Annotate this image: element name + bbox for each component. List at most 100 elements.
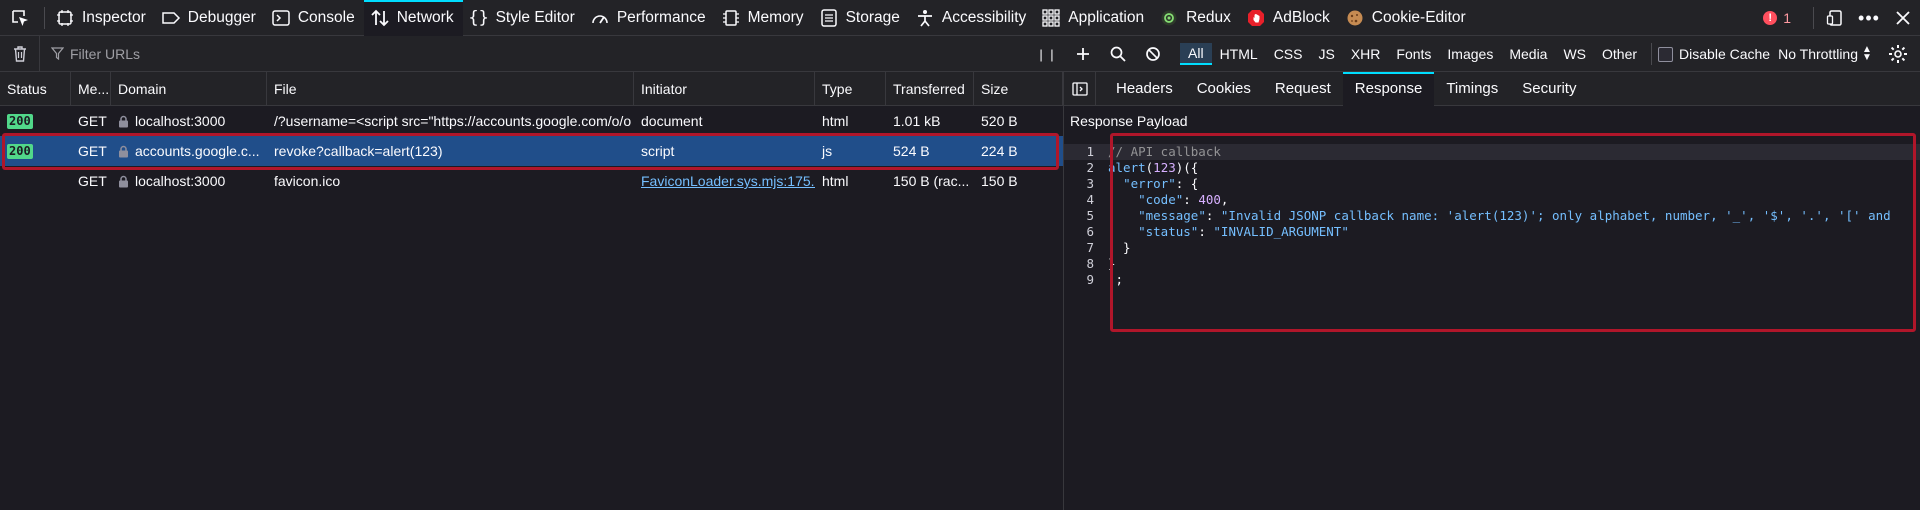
filter-type-media[interactable]: Media <box>1501 43 1555 65</box>
tab-debugger[interactable]: Debugger <box>155 0 265 36</box>
initiator-text[interactable]: FaviconLoader.sys.mjs:175... <box>641 173 815 189</box>
tab-accessibility[interactable]: Accessibility <box>909 0 1035 36</box>
line-number: 6 <box>1086 224 1094 239</box>
network-filter-bar: Filter URLs | | All HTML CSS JS XHR Fonts Imag… <box>0 35 1920 72</box>
status-badge: 200 <box>7 113 33 129</box>
transferred-text: 1.01 kB <box>893 113 941 129</box>
pause-button[interactable]: | | <box>1030 36 1065 72</box>
cell-transferred: 150 B (rac... <box>886 166 974 196</box>
filter-type-images[interactable]: Images <box>1439 43 1501 65</box>
line-number: 7 <box>1086 240 1094 255</box>
error-count[interactable]: ! 1 <box>1763 10 1791 26</box>
tab-performance[interactable]: Performance <box>584 0 715 36</box>
pause-icon: | | <box>1039 46 1056 62</box>
column-header-type[interactable]: Type <box>815 72 886 105</box>
tab-redux[interactable]: Redux <box>1153 0 1240 36</box>
tab-label: Memory <box>747 8 804 26</box>
tab-label: Inspector <box>82 8 146 26</box>
type-text: html <box>822 113 849 129</box>
clear-button[interactable] <box>0 35 40 72</box>
tab-console[interactable]: Console <box>265 0 364 36</box>
devtools-toolbar: Inspector Debugger Console Network {} Style E… <box>0 0 1920 36</box>
cell-method: GET <box>71 166 111 196</box>
details-tabbar: Headers Cookies Request Response Timings Secu… <box>1064 71 1920 106</box>
filter-type-js[interactable]: JS <box>1310 43 1342 65</box>
column-header-status[interactable]: Status <box>0 72 71 105</box>
tab-adblock[interactable]: AdBlock <box>1240 0 1339 36</box>
trash-icon <box>13 45 26 62</box>
tab-inspector[interactable]: Inspector <box>49 0 155 36</box>
column-header-transferred[interactable]: Transferred <box>886 72 974 105</box>
search-button[interactable] <box>1100 36 1135 72</box>
filter-type-fonts[interactable]: Fonts <box>1388 43 1439 65</box>
file-text: favicon.ico <box>274 173 341 189</box>
cell-file: /?username=<script src="https://accounts… <box>267 106 634 136</box>
block-requests-button[interactable] <box>1135 36 1170 72</box>
responsive-design-button[interactable] <box>1818 0 1852 36</box>
inspector-icon <box>55 8 75 28</box>
picker-icon <box>12 9 28 26</box>
tab-style-editor[interactable]: {} Style Editor <box>463 0 584 36</box>
column-header-method[interactable]: Me... <box>71 72 111 105</box>
filter-type-html[interactable]: HTML <box>1212 43 1266 65</box>
column-header-domain[interactable]: Domain <box>111 72 267 105</box>
close-devtools-button[interactable] <box>1886 0 1920 36</box>
performance-icon <box>590 8 610 28</box>
column-header-size[interactable]: Size <box>974 72 1063 105</box>
filter-urls-input[interactable]: Filter URLs <box>51 46 1021 62</box>
error-count-label: 1 <box>1783 10 1791 26</box>
details-tab-security[interactable]: Security <box>1510 72 1588 106</box>
line-number: 5 <box>1086 208 1094 223</box>
tab-memory[interactable]: Memory <box>715 0 813 36</box>
disable-cache-label: Disable Cache <box>1679 46 1771 62</box>
throttling-select[interactable]: No Throttling ▲ ▼ <box>1778 45 1872 63</box>
storage-icon <box>819 8 839 28</box>
cell-size: 150 B <box>974 166 1063 196</box>
details-tab-timings[interactable]: Timings <box>1434 72 1510 106</box>
line-number: 2 <box>1086 160 1094 175</box>
filter-placeholder: Filter URLs <box>70 45 141 62</box>
toggle-sidebar-button[interactable] <box>1064 71 1096 106</box>
column-header-file[interactable]: File <box>267 72 634 105</box>
debugger-icon <box>161 8 181 28</box>
details-tab-cookies[interactable]: Cookies <box>1185 72 1263 106</box>
tab-network[interactable]: Network <box>363 0 463 36</box>
details-tab-request[interactable]: Request <box>1263 72 1343 106</box>
column-header-initiator[interactable]: Initiator <box>634 72 815 105</box>
more-options-button[interactable]: ••• <box>1852 0 1886 36</box>
block-icon <box>1145 47 1160 61</box>
table-row[interactable]: GET localhost:3000 favicon.ico FaviconLoade… <box>0 166 1063 196</box>
tab-label: Network <box>396 8 454 26</box>
request-list-header: Status Me... Domain File Initiator Type Transf… <box>0 72 1063 106</box>
filter-type-xhr[interactable]: XHR <box>1343 43 1389 65</box>
cell-initiator: FaviconLoader.sys.mjs:175... <box>634 166 815 196</box>
style-editor-icon: {} <box>468 7 489 28</box>
tab-cookie-editor[interactable]: Cookie-Editor <box>1339 0 1475 36</box>
table-row[interactable]: 200 GET localhost:3000 /?username=<script s… <box>0 106 1063 136</box>
lock-icon <box>118 115 129 128</box>
redux-icon <box>1159 8 1179 28</box>
checkbox-box[interactable] <box>1658 46 1674 62</box>
details-tab-headers[interactable]: Headers <box>1104 72 1185 106</box>
adblock-icon <box>1246 8 1266 28</box>
tab-application[interactable]: Application <box>1035 0 1153 36</box>
tab-label: Redux <box>1186 8 1231 26</box>
filter-type-other[interactable]: Other <box>1594 43 1645 65</box>
filter-type-ws[interactable]: WS <box>1555 43 1594 65</box>
disable-cache-checkbox[interactable]: Disable Cache <box>1658 46 1770 62</box>
filter-type-css[interactable]: CSS <box>1266 43 1311 65</box>
element-picker-button[interactable] <box>0 0 40 36</box>
add-request-button[interactable] <box>1065 36 1100 72</box>
tab-label: AdBlock <box>1272 8 1330 26</box>
plus-icon <box>1076 48 1089 60</box>
line-number: 1 <box>1086 144 1094 159</box>
tab-storage[interactable]: Storage <box>813 0 909 36</box>
network-settings-button[interactable] <box>1888 44 1908 64</box>
filter-type-all[interactable]: All <box>1180 43 1212 65</box>
filter-divider <box>1651 43 1653 65</box>
details-tab-response[interactable]: Response <box>1342 71 1435 106</box>
file-text: /?username=<script src="https://accounts… <box>274 113 632 129</box>
cell-domain: localhost:3000 <box>111 106 267 136</box>
meatball-menu-icon: ••• <box>1858 7 1880 28</box>
close-icon <box>1896 11 1910 25</box>
